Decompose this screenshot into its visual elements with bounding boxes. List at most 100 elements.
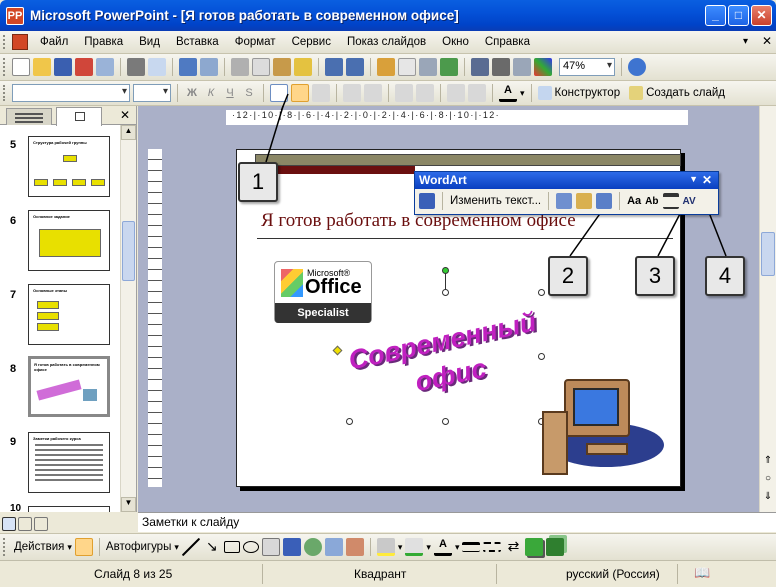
dash-style-icon[interactable] — [483, 542, 502, 552]
permission-icon[interactable] — [75, 58, 93, 76]
shadow-style-icon[interactable] — [525, 538, 544, 556]
line-color-icon[interactable] — [405, 538, 424, 556]
zoom-combo[interactable]: 47% — [559, 58, 615, 76]
font-color-icon[interactable]: A — [499, 84, 517, 102]
menu-insert[interactable]: Вставка — [168, 36, 227, 48]
previous-slide-icon[interactable]: ⇑ — [761, 455, 775, 469]
menu-format[interactable]: Формат — [227, 36, 284, 48]
slide-thumbnail-6[interactable]: Основное задание — [28, 210, 110, 271]
drawing-grip[interactable] — [3, 538, 6, 556]
wordart-character-spacing-icon[interactable]: AV — [683, 196, 696, 207]
wordart-toolbar-header[interactable]: WordArt ▼ ✕ — [415, 172, 718, 189]
shadow-button[interactable]: S — [241, 87, 257, 99]
insert-wordart-draw-icon[interactable] — [282, 538, 301, 556]
insert-diagram-draw-icon[interactable] — [303, 538, 322, 556]
wordart-same-letter-heights-icon[interactable]: Aa — [627, 195, 641, 207]
next-slide-icon[interactable]: ⇓ — [761, 491, 775, 505]
increase-font-icon[interactable] — [395, 84, 413, 102]
open-icon[interactable] — [33, 58, 51, 76]
new-icon[interactable] — [12, 58, 30, 76]
redo-icon[interactable] — [346, 58, 364, 76]
minimize-button[interactable]: _ — [705, 5, 726, 26]
help-dropdown-icon[interactable]: ▾ — [743, 36, 748, 47]
email-icon[interactable] — [96, 58, 114, 76]
toolbar-options-icon[interactable]: ▼ — [689, 174, 698, 184]
show-grid-icon[interactable] — [513, 58, 531, 76]
formatting-grip[interactable] — [3, 85, 6, 101]
thumbnail-scrollbar[interactable]: ▲ ▼ — [120, 125, 136, 512]
decrease-indent-icon[interactable] — [447, 84, 465, 102]
menu-grip[interactable] — [3, 35, 6, 49]
slide-thumbnail-9[interactable]: Заметки рабочего курса — [28, 432, 110, 493]
slideshow-view-icon[interactable] — [34, 517, 48, 531]
slide-scrollbar[interactable]: ⇑ ○ ⇓ — [759, 106, 776, 512]
research-icon[interactable] — [200, 58, 218, 76]
tab-slides[interactable] — [56, 107, 102, 126]
print-icon[interactable] — [127, 58, 145, 76]
insert-table-icon[interactable] — [398, 58, 416, 76]
wordart-alignment-icon[interactable] — [662, 193, 679, 209]
select-objects-icon[interactable] — [74, 538, 93, 556]
italic-button[interactable]: К — [203, 87, 219, 99]
close-document-icon[interactable]: ✕ — [762, 34, 772, 48]
standard-grip[interactable] — [3, 58, 6, 76]
print-preview-icon[interactable] — [148, 58, 166, 76]
increase-indent-icon[interactable] — [468, 84, 486, 102]
designer-button[interactable]: Конструктор — [555, 87, 621, 99]
scroll-thumb[interactable] — [122, 221, 135, 281]
copy-icon[interactable] — [252, 58, 270, 76]
oval-icon[interactable] — [242, 541, 259, 553]
3d-style-icon[interactable] — [546, 538, 565, 556]
autoshapes-menu[interactable]: Автофигуры — [106, 541, 171, 553]
fill-color-icon[interactable] — [376, 538, 395, 556]
arrow-icon[interactable]: ↘ — [203, 538, 221, 556]
slide-sorter-icon[interactable] — [18, 517, 32, 531]
align-left-icon[interactable] — [270, 84, 288, 102]
new-slide-button[interactable]: Создать слайд — [646, 87, 725, 99]
format-wordart-icon[interactable] — [576, 193, 593, 209]
menu-help[interactable]: Справка — [477, 36, 538, 48]
clip-art-icon[interactable] — [324, 538, 343, 556]
menu-edit[interactable]: Правка — [76, 36, 131, 48]
font-name-combo[interactable] — [12, 84, 130, 102]
slide-thumbnail-8[interactable]: Я готов работать в современном офисе — [28, 356, 110, 417]
paste-icon[interactable] — [273, 58, 291, 76]
actions-menu[interactable]: Действия — [14, 541, 64, 553]
notes-pane[interactable]: Заметки к слайду — [138, 512, 776, 532]
rectangle-icon[interactable] — [223, 541, 240, 553]
align-right-icon[interactable] — [312, 84, 330, 102]
tab-outline[interactable] — [6, 108, 52, 125]
format-painter-icon[interactable] — [294, 58, 312, 76]
slide-thumbnail-7[interactable]: Основные этапы — [28, 284, 110, 345]
close-wordart-toolbar-icon[interactable]: ✕ — [702, 173, 712, 187]
line-icon[interactable] — [181, 538, 200, 556]
maximize-button[interactable]: □ — [728, 5, 749, 26]
insert-picture-icon[interactable] — [345, 538, 364, 556]
status-language[interactable]: русский (Россия) — [566, 567, 660, 581]
select-object-icon[interactable]: ○ — [761, 473, 775, 487]
powerpoint-app-icon[interactable]: PP — [6, 6, 24, 25]
slide-thumbnail-5[interactable]: Структура рабочей группы — [28, 136, 110, 197]
menu-tools[interactable]: Сервис — [284, 36, 339, 48]
spelling-status-icon[interactable]: 📖 — [694, 565, 710, 581]
show-formatting-icon[interactable] — [492, 58, 510, 76]
wordart-vertical-text-icon[interactable]: Ab — [645, 196, 658, 207]
undo-icon[interactable] — [325, 58, 343, 76]
help-icon[interactable] — [628, 58, 646, 76]
slide-scroll-thumb[interactable] — [761, 232, 775, 276]
scroll-down-icon[interactable]: ▼ — [121, 497, 136, 512]
normal-view-icon[interactable] — [2, 517, 16, 531]
line-color-dropdown-icon[interactable]: ▾ — [426, 542, 431, 553]
autoshapes-dropdown-icon[interactable]: ▾ — [174, 542, 179, 553]
expand-all-icon[interactable] — [471, 58, 489, 76]
insert-chart-icon[interactable] — [377, 58, 395, 76]
font-color-dropdown-icon[interactable]: ▾ — [520, 88, 525, 99]
document-icon[interactable] — [12, 34, 28, 50]
draw-font-color-icon[interactable]: A — [433, 538, 452, 556]
decrease-font-icon[interactable] — [416, 84, 434, 102]
close-button[interactable]: ✕ — [751, 5, 772, 26]
bullets-icon[interactable] — [364, 84, 382, 102]
wordart-shape-icon[interactable] — [596, 193, 613, 209]
insert-diagram-icon[interactable] — [440, 58, 458, 76]
numbering-icon[interactable] — [343, 84, 361, 102]
